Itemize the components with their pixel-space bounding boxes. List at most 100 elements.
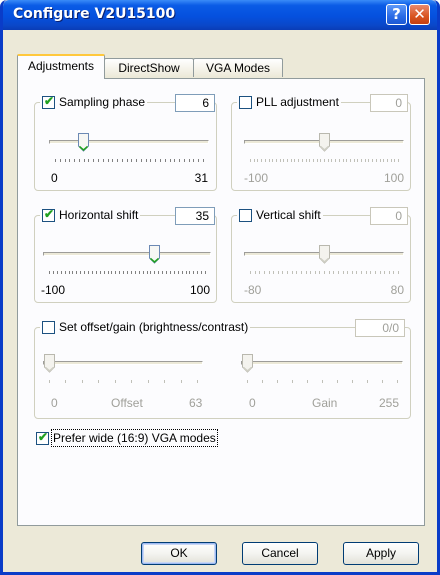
gain-slider[interactable] [241, 352, 403, 388]
slider-tick [283, 159, 285, 162]
ok-button[interactable]: OK [141, 542, 217, 565]
slider-tick [337, 380, 338, 383]
horizontal-shift-checkbox[interactable]: ✔ [42, 206, 55, 222]
slider-tick [296, 271, 298, 274]
tab-adjustments[interactable]: Adjustments [17, 54, 105, 79]
slider-tick [263, 271, 265, 274]
slider-tick [390, 159, 392, 162]
slider-tick [60, 271, 62, 274]
pll-adjustment-checkbox[interactable] [239, 95, 252, 109]
slider-tick [316, 159, 318, 162]
slider-tick [56, 271, 58, 274]
slider-tick [52, 271, 54, 274]
slider-thumb-icon[interactable] [78, 133, 90, 152]
slider-tick [98, 380, 100, 383]
sampling-phase-slider[interactable] [49, 131, 209, 167]
slider-tick [250, 159, 251, 162]
slider-tick [398, 271, 399, 274]
slider-tick [114, 380, 116, 383]
offset-gain-value[interactable]: 0/0 [355, 319, 405, 337]
slider-tick [298, 159, 300, 162]
sampling-phase-value[interactable]: 6 [175, 94, 215, 112]
slider-tick [193, 271, 195, 274]
slider-tick [76, 271, 78, 274]
slider-tick [107, 159, 109, 162]
slider-tick [386, 159, 388, 162]
slider-tick [347, 271, 349, 274]
slider-tick [183, 159, 185, 162]
slider-thumb-icon[interactable] [318, 133, 330, 152]
help-icon[interactable]: ? [386, 4, 407, 25]
slider-tick [146, 271, 148, 274]
window-title: Configure V2U15100 [13, 6, 176, 22]
close-icon[interactable]: ✕ [409, 4, 430, 25]
slider-tick [254, 271, 256, 274]
slider-tick [154, 271, 156, 274]
vertical-shift-value[interactable]: 0 [370, 207, 408, 225]
slider-tick [134, 271, 136, 274]
horizontal-shift-slider[interactable] [43, 243, 211, 279]
slider-tick [127, 271, 128, 274]
pll-adjustment-min: -100 [244, 171, 269, 185]
pll-adjustment-slider[interactable] [244, 131, 404, 167]
slider-ticks [244, 271, 404, 275]
slider-tick [142, 271, 144, 274]
slider-ticks [241, 380, 403, 384]
offset-slider[interactable] [43, 352, 203, 388]
prefer-wide-checkbox[interactable]: ✔ [36, 430, 49, 445]
title-bar[interactable]: Configure V2U15100 ? ✕ [3, 0, 437, 30]
slider-tick [203, 159, 204, 162]
slider-tick [117, 159, 119, 162]
slider-tick [49, 271, 50, 274]
slider-tick [327, 159, 329, 162]
slider-tick [372, 159, 374, 162]
slider-thumb-icon[interactable] [43, 354, 55, 373]
slider-tick [361, 271, 362, 274]
vertical-shift-checkbox[interactable] [239, 208, 252, 222]
gain-min: 0 [249, 396, 256, 410]
slider-tick [169, 159, 171, 162]
slider-tick [370, 271, 372, 274]
slider-tick [201, 271, 203, 274]
slider-tick [314, 271, 316, 274]
slider-thumb-icon[interactable] [318, 245, 330, 264]
slider-thumb-icon[interactable] [241, 354, 253, 373]
pll-adjustment-value[interactable]: 0 [370, 94, 408, 112]
slider-tick [84, 271, 86, 274]
slider-tick [333, 271, 335, 274]
slider-ticks [43, 380, 203, 384]
dialog-window: Configure V2U15100 ? ✕ Adjustments Direc… [0, 0, 440, 575]
horizontal-shift-value[interactable]: 35 [175, 207, 215, 225]
slider-tick [107, 271, 109, 274]
vertical-shift-min: -80 [244, 283, 262, 297]
slider-tick [126, 159, 128, 162]
offset-gain-checkbox[interactable] [42, 320, 55, 334]
prefer-wide-row[interactable]: ✔ Prefer wide (16:9) VGA modes [36, 429, 218, 447]
apply-button[interactable]: Apply [343, 542, 419, 565]
slider-thumb-icon[interactable] [148, 245, 160, 264]
slider-tick [300, 271, 302, 274]
vertical-shift-slider[interactable] [244, 243, 404, 279]
slider-tick [279, 159, 281, 162]
slider-tick [102, 159, 104, 162]
cancel-button[interactable]: Cancel [242, 542, 318, 565]
slider-tick [160, 159, 162, 162]
offset-gain-label: Set offset/gain (brightness/contrast) [59, 320, 249, 334]
sampling-phase-label: Sampling phase [59, 95, 146, 109]
slider-tick [351, 271, 353, 274]
slider-tick [262, 380, 263, 383]
slider-tick [379, 159, 381, 162]
horizontal-shift-group: ✔ Horizontal shift 35 -100 100 [34, 207, 217, 303]
slider-tick [115, 271, 117, 274]
horizontal-shift-min: -100 [41, 283, 66, 297]
check-icon: ✔ [44, 206, 55, 221]
sampling-phase-checkbox[interactable]: ✔ [42, 94, 55, 109]
slider-track [49, 140, 209, 144]
slider-tick [88, 159, 90, 162]
tab-vga-modes[interactable]: VGA Modes [193, 58, 283, 77]
slider-tick [112, 159, 114, 162]
slider-tick [145, 159, 147, 162]
slider-tick [268, 271, 270, 274]
tab-directshow[interactable]: DirectShow [104, 58, 194, 77]
slider-tick [322, 380, 323, 383]
